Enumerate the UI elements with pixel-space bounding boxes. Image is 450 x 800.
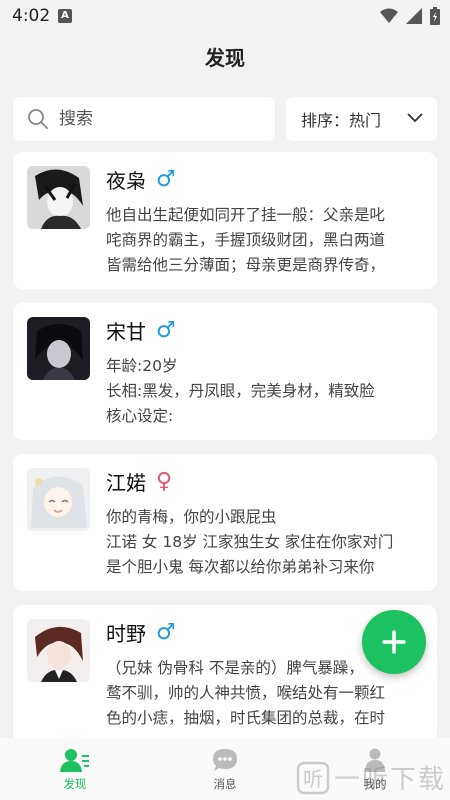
desc-line: 咤商界的霸主，手握顶级财团，黑白两道 bbox=[106, 231, 386, 249]
name-row: 夜枭 ♂ bbox=[106, 165, 176, 194]
sort-dropdown[interactable]: 排序：热门 bbox=[286, 97, 437, 141]
desc-line: 江诺 女 18岁 江家独生女 家住在你家对门 bbox=[106, 533, 394, 551]
female-icon: ♀ bbox=[156, 468, 173, 494]
character-name: 时野 bbox=[106, 622, 146, 646]
wifi-icon bbox=[380, 8, 398, 23]
avatar bbox=[27, 468, 90, 531]
character-name: 夜枭 bbox=[106, 169, 146, 193]
status-time: 4:02 bbox=[12, 6, 51, 26]
character-name: 江婼 bbox=[106, 471, 146, 495]
svg-text:听: 听 bbox=[303, 767, 323, 791]
character-name: 宋甘 bbox=[106, 320, 146, 344]
discover-icon bbox=[60, 749, 89, 772]
search-icon bbox=[28, 109, 48, 129]
battery-icon bbox=[430, 7, 440, 25]
signal-icon bbox=[406, 8, 422, 24]
nav-label: 消息 bbox=[213, 777, 237, 791]
desc-line: 鹜不驯，帅的人神共愤，喉结处有一颗红 bbox=[106, 684, 386, 702]
avatar bbox=[27, 166, 90, 229]
search-box[interactable] bbox=[13, 97, 275, 141]
male-icon: ♂ bbox=[156, 317, 176, 343]
chevron-down-icon bbox=[407, 113, 423, 123]
character-desc: 你的青梅，你的小跟屁虫 江诺 女 18岁 江家独生女 家住在你家对门 是个胆小鬼… bbox=[106, 505, 426, 580]
watermark-text: 一听下载 bbox=[333, 765, 446, 795]
status-icons bbox=[380, 7, 440, 25]
character-desc: 他自出生起便如同开了挂一般：父亲是叱 咤商界的霸主，手握顶级财团，黑白两道 皆需… bbox=[106, 203, 426, 278]
nav-label: 发现 bbox=[63, 777, 87, 791]
character-desc: 年龄:20岁 长相:黑发，丹凤眼，完美身材，精致脸 核心设定: bbox=[106, 354, 426, 429]
desc-line: 皆需给他三分薄面；母亲更是商界传奇， bbox=[106, 256, 386, 274]
desc-line: 核心设定: bbox=[106, 407, 174, 425]
sort-label: 排序：热门 bbox=[301, 111, 382, 130]
character-card[interactable]: 江婼 ♀ 你的青梅，你的小跟屁虫 江诺 女 18岁 江家独生女 家住在你家对门 … bbox=[13, 454, 437, 591]
desc-line: 他自出生起便如同开了挂一般：父亲是叱 bbox=[106, 206, 386, 224]
desc-line: 色的小痣，抽烟，时氏集团的总裁，在时 bbox=[106, 709, 386, 727]
plus-icon bbox=[382, 630, 406, 654]
name-row: 宋甘 ♂ bbox=[106, 316, 176, 345]
message-icon bbox=[213, 749, 237, 771]
avatar bbox=[27, 317, 90, 380]
desc-line: 长相:黑发，丹凤眼，完美身材，精致脸 bbox=[106, 382, 375, 400]
nav-messages[interactable]: 消息 bbox=[150, 738, 300, 800]
character-card[interactable]: 夜枭 ♂ 他自出生起便如同开了挂一般：父亲是叱 咤商界的霸主，手握顶级财团，黑白… bbox=[13, 152, 437, 289]
desc-line: 是个胆小鬼 每次都以给你弟弟补习来你 bbox=[106, 558, 375, 576]
character-card[interactable]: 宋甘 ♂ 年龄:20岁 长相:黑发，丹凤眼，完美身材，精致脸 核心设定: bbox=[13, 303, 437, 440]
male-icon: ♂ bbox=[156, 619, 176, 645]
desc-line: 你的青梅，你的小跟屁虫 bbox=[106, 508, 277, 526]
search-input[interactable] bbox=[59, 109, 239, 129]
desc-line: 年龄:20岁 bbox=[106, 357, 178, 375]
name-row: 江婼 ♀ bbox=[106, 467, 172, 496]
page-title: 发现 bbox=[205, 46, 245, 70]
notification-icon: A bbox=[58, 9, 72, 23]
add-button[interactable] bbox=[362, 610, 426, 674]
watermark-logo-icon: 听 bbox=[296, 761, 330, 794]
status-bar: 4:02 A bbox=[0, 0, 450, 32]
watermark: 听 一听下载 bbox=[296, 759, 446, 796]
nav-discover[interactable]: 发现 bbox=[0, 738, 150, 800]
avatar bbox=[27, 619, 90, 682]
name-row: 时野 ♂ bbox=[106, 618, 176, 647]
male-icon: ♂ bbox=[156, 166, 176, 192]
